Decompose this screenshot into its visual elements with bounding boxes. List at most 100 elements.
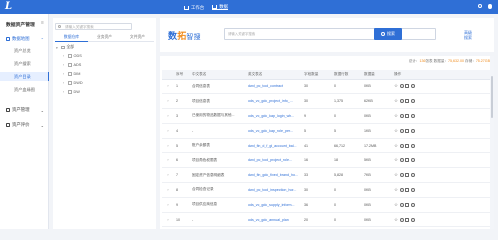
copy-icon[interactable] (405, 84, 409, 89)
cell-en-name-link[interactable]: ods_vc_gdc_supply_inform... (246, 197, 302, 213)
star-icon[interactable]: ☆ (394, 128, 398, 133)
tab-business-assets[interactable]: 业务资产 (88, 34, 121, 42)
sidebar-item-asset-overview[interactable]: 资产总览 (0, 46, 49, 55)
eye-icon[interactable] (399, 113, 404, 118)
star-icon[interactable]: ☆ (394, 143, 398, 148)
sidebar-item-asset-catalog[interactable]: 资产目录 (0, 72, 49, 81)
eye-icon[interactable] (399, 187, 404, 192)
notification-icon[interactable] (477, 4, 482, 9)
scrollbar-thumb[interactable] (491, 76, 493, 118)
col-header-index[interactable]: 序号 (174, 70, 190, 80)
cell-en-name-link[interactable]: dwd_fin_gdc_fixed_brand_ho... (246, 167, 302, 184)
star-icon[interactable]: ☆ (394, 187, 398, 192)
cell-en-name-link[interactable]: dwd_fin_d_f_gl_account_bal... (246, 138, 302, 154)
more-icon[interactable] (410, 173, 415, 178)
more-icon[interactable] (410, 217, 415, 222)
table-row[interactable]: › 5 账户余额表 dwd_fin_d_f_gl_account_bal... … (162, 138, 492, 154)
table-row[interactable]: › 1 合同信息表 dwd_pc_tool_contract 30 0 0KB … (162, 79, 492, 95)
chevron-right-icon[interactable]: › (162, 182, 174, 198)
table-row[interactable]: › 9 项目供应商信息 ods_vc_gdc_supply_inform... … (162, 197, 492, 213)
more-icon[interactable] (410, 158, 415, 163)
col-header-data-size[interactable]: 数据量 (362, 70, 392, 80)
more-icon[interactable] (410, 99, 415, 104)
tree-checkbox[interactable] (68, 90, 72, 94)
cell-en-name-link[interactable]: ods_vc_gdc_kap_login_wh... (246, 108, 302, 124)
copy-icon[interactable] (405, 99, 409, 104)
tree-node-dim[interactable]: › DIM (63, 72, 80, 76)
tree-checkbox[interactable] (68, 81, 72, 85)
chevron-right-icon[interactable]: › (162, 212, 174, 228)
chevron-right-icon[interactable]: › (162, 167, 174, 184)
more-icon[interactable] (410, 202, 415, 207)
eye-icon[interactable] (399, 99, 404, 104)
collapse-icon[interactable]: ≡ (41, 20, 44, 26)
cell-en-name-link[interactable]: ods_vc_gdc_kap_role_per... (246, 123, 302, 139)
nav-workbench[interactable]: 工作台 (184, 4, 204, 10)
table-row[interactable]: › 6 项目角色权限表 dwd_pc_tool_project_role... … (162, 152, 492, 169)
eye-icon[interactable] (399, 128, 404, 133)
tree-node-root[interactable]: ▾ 全部 (56, 45, 74, 50)
tab-data-warehouse[interactable]: 数据仓库 (55, 34, 88, 42)
nav-data[interactable]: 数据 (212, 4, 228, 10)
eye-icon[interactable] (399, 202, 404, 207)
copy-icon[interactable] (405, 202, 409, 207)
user-avatar[interactable] (487, 4, 492, 9)
tree-node-dw[interactable]: › DW (63, 90, 80, 94)
table-row[interactable]: › 2 项目信息表 ods_vc_gdc_project_info_... 30… (162, 93, 492, 110)
star-icon[interactable]: ☆ (394, 158, 398, 163)
sidebar-group-asset-mgmt[interactable]: 资产管理 ⌄ (6, 107, 44, 113)
copy-icon[interactable] (405, 187, 409, 192)
col-header-field-count[interactable]: 字段数量 (302, 70, 332, 80)
sidebar-group-data-map[interactable]: 数据地图 ⌃ (6, 36, 44, 42)
copy-icon[interactable] (405, 113, 409, 118)
star-icon[interactable]: ☆ (394, 172, 398, 177)
tree-checkbox[interactable] (61, 45, 65, 50)
eye-icon[interactable] (399, 173, 404, 178)
col-header-en-name[interactable]: 英文表名 (246, 70, 302, 80)
cell-en-name-link[interactable]: dwd_pc_tool_contract (246, 79, 302, 95)
col-header-row-count[interactable]: 数据行数 (332, 70, 362, 80)
star-icon[interactable]: ☆ (394, 217, 398, 222)
eye-icon[interactable] (399, 143, 404, 148)
copy-icon[interactable] (405, 128, 409, 133)
more-icon[interactable] (410, 84, 415, 89)
more-icon[interactable] (410, 143, 415, 148)
tab-file-assets[interactable]: 文件资产 (121, 34, 154, 42)
cell-en-name-link[interactable]: ods_vc_gdc_annual_plan (246, 212, 302, 228)
table-row[interactable]: › 7 固定资产信息明细表 dwd_fin_gdc_fixed_brand_ho… (162, 167, 492, 184)
chevron-right-icon[interactable]: › (162, 79, 174, 95)
tree-node-dwd[interactable]: › DWD (63, 81, 83, 85)
chevron-right-icon[interactable]: › (162, 197, 174, 213)
chevron-right-icon[interactable]: › (162, 138, 174, 154)
table-row[interactable]: › 10 - ods_vc_gdc_annual_plan 20 0 0KB ☆ (162, 212, 492, 228)
star-icon[interactable]: ☆ (394, 113, 398, 118)
tree-checkbox[interactable] (68, 72, 72, 76)
cell-en-name-link[interactable]: ods_vc_gdc_project_info_... (246, 93, 302, 110)
search-button[interactable]: 搜索 (374, 28, 402, 40)
table-row[interactable]: › 3 已使用的物品数据与其他... ods_vc_gdc_kap_login_… (162, 108, 492, 124)
copy-icon[interactable] (405, 173, 409, 178)
chevron-right-icon[interactable]: › (162, 152, 174, 169)
tree-checkbox[interactable] (68, 63, 72, 67)
main-search-input[interactable]: 请输入关键字搜索 (224, 28, 436, 40)
cell-en-name-link[interactable]: dwd_pc_tool_inspection_hor... (246, 182, 302, 198)
chevron-right-icon[interactable]: › (162, 108, 174, 124)
more-icon[interactable] (410, 113, 415, 118)
more-icon[interactable] (410, 187, 415, 192)
table-row[interactable]: › 8 合同检查记录 dwd_pc_tool_inspection_hor...… (162, 182, 492, 198)
advanced-search-link[interactable]: 高级 搜索 (464, 30, 472, 40)
cell-en-name-link[interactable]: dwd_pc_tool_project_role... (246, 152, 302, 169)
star-icon[interactable]: ☆ (394, 202, 398, 207)
eye-icon[interactable] (399, 84, 404, 89)
star-icon[interactable]: ☆ (394, 84, 398, 89)
more-icon[interactable] (410, 128, 415, 133)
sidebar-item-asset-search[interactable]: 资产搜索 (0, 59, 49, 68)
copy-icon[interactable] (405, 158, 409, 163)
tree-node-ods[interactable]: › ODS (63, 54, 82, 58)
tree-checkbox[interactable] (68, 54, 72, 58)
sidebar-item-lineage[interactable]: 资产血缘图 (0, 85, 49, 94)
star-icon[interactable]: ☆ (394, 98, 398, 103)
chevron-right-icon[interactable]: › (162, 123, 174, 139)
table-row[interactable]: › 4 - ods_vc_gdc_kap_role_per... 5 5 1KB… (162, 123, 492, 139)
table-scrollbar[interactable] (490, 56, 494, 229)
